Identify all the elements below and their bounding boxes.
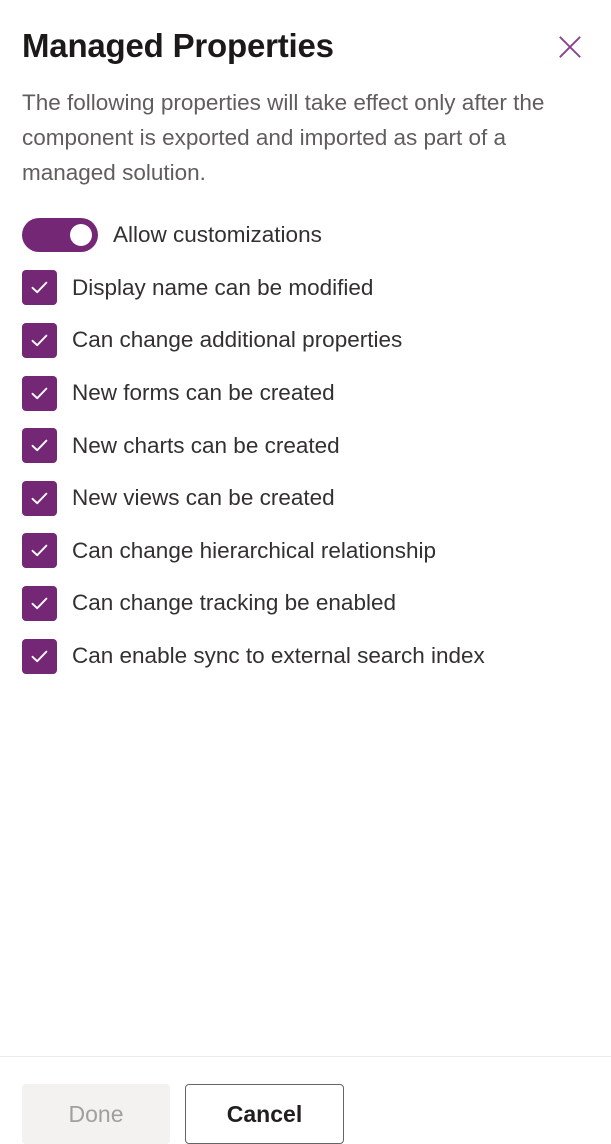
allow-customizations-toggle[interactable]	[22, 218, 98, 253]
option-label: New views can be created	[72, 485, 335, 511]
check-icon	[29, 646, 50, 667]
can-change-hierarchical-relationship-checkbox[interactable]	[22, 533, 57, 569]
new-views-can-be-created-checkbox[interactable]	[22, 480, 57, 516]
option-row-can-change-hierarchical-relationship[interactable]: Can change hierarchical relationship	[22, 525, 589, 578]
option-label: Can change hierarchical relationship	[72, 537, 436, 563]
panel-body: Allow customizations Display name can be…	[0, 190, 611, 1056]
check-icon	[29, 593, 50, 614]
can-enable-sync-to-external-search-index-checkbox[interactable]	[22, 638, 57, 674]
option-label: Can change tracking be enabled	[72, 590, 396, 616]
option-row-can-change-additional-properties[interactable]: Can change additional properties	[22, 314, 589, 367]
check-icon	[29, 435, 50, 456]
check-icon	[29, 540, 50, 561]
option-row-new-forms-can-be-created[interactable]: New forms can be created	[22, 367, 589, 420]
panel-header: Managed Properties The following propert…	[0, 0, 611, 190]
option-label: Allow customizations	[113, 222, 322, 248]
title-row: Managed Properties	[22, 26, 589, 66]
panel-footer: Done Cancel	[0, 1056, 611, 1144]
new-charts-can-be-created-checkbox[interactable]	[22, 428, 57, 464]
page-title: Managed Properties	[22, 27, 334, 64]
option-label: Display name can be modified	[72, 274, 374, 300]
option-label: Can change additional properties	[72, 327, 403, 353]
option-label: New charts can be created	[72, 432, 340, 458]
new-forms-can-be-created-checkbox[interactable]	[22, 375, 57, 411]
done-button[interactable]: Done	[22, 1084, 170, 1144]
managed-properties-panel: Managed Properties The following propert…	[0, 0, 611, 1144]
close-icon	[558, 35, 582, 59]
toggle-knob	[70, 224, 92, 247]
close-button[interactable]	[553, 30, 587, 64]
check-icon	[29, 330, 50, 351]
cancel-button[interactable]: Cancel	[185, 1084, 344, 1144]
check-icon	[29, 277, 50, 298]
option-row-new-views-can-be-created[interactable]: New views can be created	[22, 472, 589, 525]
option-label: Can enable sync to external search index	[72, 643, 485, 669]
can-change-tracking-be-enabled-checkbox[interactable]	[22, 585, 57, 621]
option-row-display-name-can-be-modified[interactable]: Display name can be modified	[22, 262, 589, 315]
option-row-can-enable-sync-to-external-search-index[interactable]: Can enable sync to external search index	[22, 630, 589, 683]
display-name-can-be-modified-checkbox[interactable]	[22, 270, 57, 306]
footer-buttons: Done Cancel	[22, 1084, 589, 1144]
option-row-new-charts-can-be-created[interactable]: New charts can be created	[22, 419, 589, 472]
option-row-can-change-tracking-be-enabled[interactable]: Can change tracking be enabled	[22, 577, 589, 630]
panel-description: The following properties will take effec…	[22, 90, 545, 185]
managed-properties-option-list: Allow customizations Display name can be…	[22, 209, 589, 682]
check-icon	[29, 488, 50, 509]
option-row-allow-customizations[interactable]: Allow customizations	[22, 209, 589, 262]
option-label: New forms can be created	[72, 380, 335, 406]
can-change-additional-properties-checkbox[interactable]	[22, 322, 57, 358]
check-icon	[29, 383, 50, 404]
